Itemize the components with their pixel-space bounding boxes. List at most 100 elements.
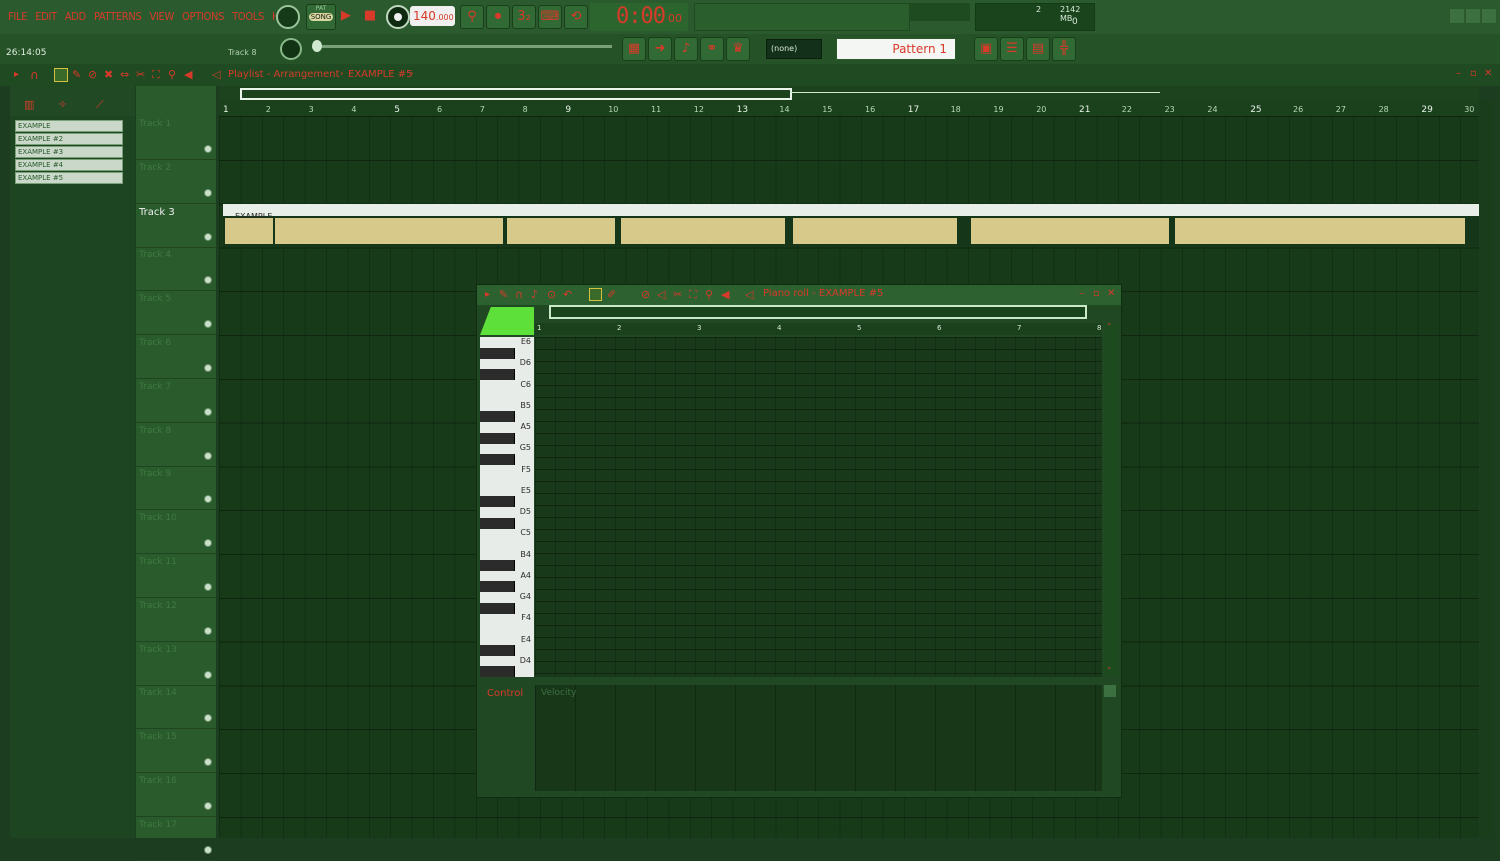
loop-record-icon[interactable]: ⟲: [564, 5, 588, 29]
track-mute-toggle[interactable]: [204, 188, 212, 197]
track-mute-toggle[interactable]: [204, 364, 212, 372]
playlist-window-icon[interactable]: ▦: [622, 37, 646, 61]
mixer-icon[interactable]: ╬: [1052, 37, 1076, 61]
pr-draw-tool-icon[interactable]: [589, 288, 602, 301]
playlist-breadcrumb[interactable]: Playlist - Arrangement: [228, 69, 340, 80]
menu-patterns[interactable]: PATTERNS: [90, 4, 145, 26]
scrollbar-thumb[interactable]: [240, 88, 792, 100]
paint-tool-icon[interactable]: ✎: [72, 68, 81, 81]
pr-note-icon[interactable]: ♪: [531, 288, 538, 301]
pr-playback-icon[interactable]: ◀: [721, 288, 729, 301]
piano-roll-note-grid[interactable]: [535, 337, 1102, 677]
track-header[interactable]: Track 2: [136, 160, 216, 204]
playlist-overview-scrollbar[interactable]: [219, 86, 1479, 100]
track-mute-toggle[interactable]: [204, 232, 212, 241]
track-header[interactable]: Track 4: [136, 247, 216, 292]
track-mute-toggle[interactable]: [204, 276, 212, 285]
playlist-vertical-scrollbar[interactable]: [1480, 100, 1494, 838]
step-sequencer-icon[interactable]: ▤: [1026, 37, 1050, 61]
menu-tools[interactable]: TOOLS: [228, 4, 268, 26]
pr-slice-icon[interactable]: ✂: [673, 288, 682, 301]
playlist-time-ruler[interactable]: 1 2 3 4 5 6 7 8 9 10 11 12 13 14 15 16 17 18 19 20 21 22 23 24 2…: [219, 100, 1479, 116]
channel-list-icon[interactable]: ☰: [1000, 37, 1024, 61]
pr-ruler[interactable]: 1 2 3 4 5 6 7 8: [535, 323, 1102, 335]
track-header[interactable]: Track 8: [136, 423, 216, 467]
record-button[interactable]: [386, 5, 410, 29]
event-editor-menu-button[interactable]: [1104, 685, 1116, 697]
track-header[interactable]: Track 7: [136, 379, 216, 423]
track-mute-toggle[interactable]: [204, 320, 212, 329]
piano-black-key[interactable]: [480, 411, 515, 423]
browser-window-icon[interactable]: ▣: [974, 37, 998, 61]
track-header[interactable]: Track 15: [136, 729, 216, 774]
track-header[interactable]: Track 6: [136, 335, 216, 379]
piano-roll-window-icon[interactable]: ➜: [648, 37, 672, 61]
track-header[interactable]: Track 9: [136, 466, 216, 511]
pr-maximize-icon[interactable]: ▫: [1093, 288, 1100, 299]
playlist-maximize-icon[interactable]: ▫: [1470, 68, 1477, 79]
track-mute-toggle[interactable]: [204, 802, 212, 810]
piano-roll-target-indicator[interactable]: [480, 307, 534, 335]
pattern-selector[interactable]: Pattern 1: [836, 38, 956, 60]
track-mute-toggle[interactable]: [204, 451, 212, 460]
draw-tool-icon[interactable]: [54, 68, 68, 82]
pr-minimize-icon[interactable]: –: [1079, 288, 1084, 299]
pr-paint-icon[interactable]: ✐: [607, 288, 616, 301]
pr-mute-icon[interactable]: ◁: [657, 288, 665, 301]
menu-file[interactable]: FILE: [4, 4, 31, 26]
event-editor[interactable]: Velocity: [535, 685, 1102, 791]
menu-options[interactable]: OPTIONS: [178, 4, 228, 26]
track-header[interactable]: Track 12: [136, 598, 216, 642]
track-header[interactable]: Track 3: [136, 204, 216, 248]
playback-tool-icon[interactable]: ◀: [184, 68, 192, 81]
pattern-item[interactable]: EXAMPLE #2: [15, 133, 123, 145]
mute-tool-icon[interactable]: ✖: [104, 68, 113, 81]
slip-tool-icon[interactable]: ⇔: [120, 68, 129, 81]
piano-keyboard[interactable]: E6 D6 C6 B5 A5 G5 F5 E5 D5 C5 B4 A4 G4 F4 E4 D4: [480, 337, 534, 677]
speaker-icon[interactable]: ◁: [212, 68, 220, 81]
picker-audio-icon[interactable]: ✧: [58, 98, 67, 111]
pr-wrench-icon[interactable]: ✎: [499, 288, 508, 301]
piano-black-key[interactable]: [480, 602, 515, 614]
select-tool-icon[interactable]: ⛶: [152, 68, 160, 82]
track-header[interactable]: Track 14: [136, 685, 216, 730]
track-header[interactable]: Track 13: [136, 642, 216, 686]
pr-vertical-scrollbar[interactable]: ˄ ˅: [1104, 323, 1118, 677]
piano-black-key[interactable]: [480, 517, 515, 529]
pr-scroll-up-icon[interactable]: ˄: [1107, 323, 1112, 333]
pat-song-toggle[interactable]: PAT SONG: [306, 4, 336, 30]
track-mute-toggle[interactable]: [204, 583, 212, 591]
tempo-display[interactable]: 140.000: [410, 6, 455, 26]
piano-black-key[interactable]: [480, 666, 515, 677]
piano-black-key[interactable]: [480, 347, 515, 359]
play-icon[interactable]: ▶: [336, 5, 356, 27]
maximize-window-button[interactable]: [1465, 8, 1481, 24]
track-header[interactable]: Track 17: [136, 817, 216, 861]
pr-overview-scrollbar[interactable]: [549, 305, 1087, 319]
pattern-item[interactable]: EXAMPLE #3: [15, 146, 123, 158]
pattern-item[interactable]: EXAMPLE: [15, 120, 123, 132]
pr-zoom-icon[interactable]: ⚲: [705, 288, 713, 301]
plugin-picker-icon[interactable]: ♛: [726, 37, 750, 61]
pr-undo-icon[interactable]: ↶: [563, 288, 572, 301]
zoom-tool-icon[interactable]: ⚲: [168, 68, 176, 81]
playlist-breadcrumb-pattern[interactable]: EXAMPLE #5: [348, 69, 412, 80]
piano-black-key[interactable]: [480, 453, 515, 465]
menu-view[interactable]: VIEW: [145, 4, 178, 26]
master-pitch-knob[interactable]: [280, 38, 302, 60]
wait-input-icon[interactable]: ⏺: [486, 5, 510, 29]
pr-speaker-icon[interactable]: ◁: [745, 288, 753, 301]
pattern-item[interactable]: EXAMPLE #4: [15, 159, 123, 171]
playlist-minimize-icon[interactable]: –: [1456, 68, 1461, 79]
song-time-display[interactable]: 0:00 00: [590, 3, 688, 31]
countdown-icon[interactable]: 3₂: [512, 5, 536, 29]
channel-selector[interactable]: (none): [766, 39, 822, 59]
channel-rack-window-icon[interactable]: ♪: [674, 37, 698, 61]
step-edit-icon[interactable]: ⌨: [538, 5, 562, 29]
piano-black-key[interactable]: [480, 368, 515, 380]
track-mute-toggle[interactable]: [204, 714, 212, 723]
piano-black-key[interactable]: [480, 496, 515, 508]
mixer-window-icon[interactable]: ⚭: [700, 37, 724, 61]
magnet-icon[interactable]: ∩: [30, 68, 39, 82]
pr-select-icon[interactable]: ⛶: [689, 288, 697, 302]
